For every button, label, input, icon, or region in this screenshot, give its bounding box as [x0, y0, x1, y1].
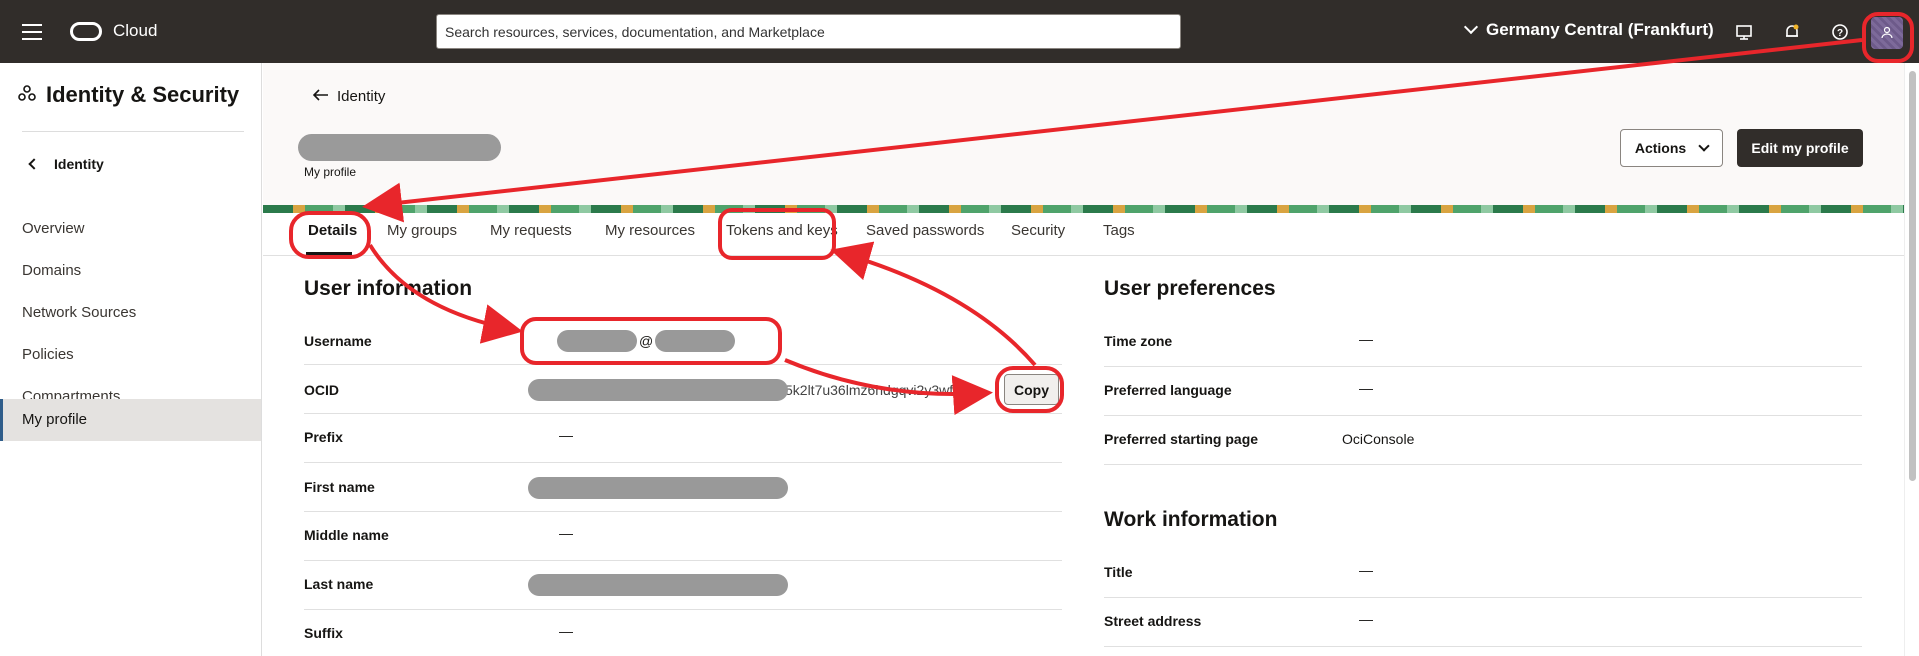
- page-scrollbar[interactable]: [1904, 63, 1919, 656]
- tab-my-resources[interactable]: My resources: [605, 222, 695, 239]
- arrow-left-icon: [312, 88, 329, 105]
- sidebar-back-identity[interactable]: Identity: [28, 156, 104, 172]
- menu-icon[interactable]: [22, 24, 42, 40]
- time-zone-label: Time zone: [1104, 333, 1173, 349]
- identity-security-icon: [18, 84, 36, 107]
- svg-text:?: ?: [1837, 28, 1843, 39]
- page-subtitle: My profile: [304, 165, 357, 179]
- arrow-copy-to-tokens: [830, 241, 1037, 367]
- row-divider: [1104, 415, 1862, 416]
- ocid-value: 5k2lt7u36lmz6hdgqvi2y3wfthq: [785, 382, 973, 398]
- row-divider: [304, 609, 1062, 610]
- preferred-language-value: —: [1359, 380, 1373, 396]
- edit-profile-button[interactable]: Edit my profile: [1737, 129, 1863, 167]
- redacted-username-domain: [655, 330, 735, 352]
- prefix-label: Prefix: [304, 429, 343, 445]
- search-input[interactable]: Search resources, services, documentatio…: [436, 14, 1181, 49]
- row-divider: [1104, 597, 1862, 598]
- ocid-label: OCID: [304, 382, 339, 398]
- oracle-logo-icon[interactable]: [70, 22, 102, 41]
- redacted-user-name: [298, 134, 501, 161]
- sidebar-divider: [22, 131, 244, 132]
- tab-my-groups[interactable]: My groups: [387, 222, 457, 239]
- chevron-down-icon: [1698, 139, 1710, 152]
- street-address-label: Street address: [1104, 613, 1202, 629]
- redacted-first-name: [528, 477, 788, 499]
- tab-my-requests[interactable]: My requests: [490, 222, 572, 239]
- user-preferences-title: User preferences: [1104, 277, 1276, 300]
- last-name-label: Last name: [304, 576, 374, 592]
- actions-label: Actions: [1634, 140, 1687, 156]
- time-zone-value: —: [1359, 331, 1373, 347]
- breadcrumb-identity: Identity: [337, 88, 386, 105]
- work-title-label: Title: [1104, 564, 1133, 580]
- user-information-title: User information: [304, 277, 473, 300]
- breadcrumb[interactable]: Identity: [312, 88, 386, 105]
- row-divider: [304, 560, 1062, 561]
- copy-ocid-button[interactable]: Copy: [1004, 374, 1059, 405]
- work-title-value: —: [1359, 562, 1373, 578]
- redacted-last-name: [528, 574, 788, 596]
- top-bar: Cloud Search resources, services, docume…: [0, 0, 1919, 63]
- suffix-value: —: [559, 623, 573, 639]
- row-divider: [1104, 366, 1862, 367]
- sidebar-item-policies[interactable]: Policies: [0, 334, 261, 376]
- tab-details[interactable]: Details: [308, 222, 357, 239]
- sidebar-back-label: Identity: [54, 156, 104, 172]
- preferred-language-label: Preferred language: [1104, 382, 1232, 398]
- chevron-left-icon: [28, 158, 40, 170]
- scrollbar-thumb[interactable]: [1909, 71, 1916, 481]
- work-information-title: Work information: [1104, 508, 1278, 531]
- row-divider: [1104, 464, 1862, 465]
- middle-name-value: —: [559, 525, 573, 541]
- preferred-starting-page-value: OciConsole: [1342, 431, 1415, 447]
- sidebar: Identity & Security Identity Overview Do…: [0, 63, 262, 656]
- tab-tokens-and-keys[interactable]: Tokens and keys: [726, 222, 838, 239]
- row-divider: [304, 364, 1062, 365]
- brand-label[interactable]: Cloud: [113, 21, 157, 41]
- redacted-username: [557, 330, 637, 352]
- sidebar-item-network-sources[interactable]: Network Sources: [0, 292, 261, 334]
- sidebar-item-overview[interactable]: Overview: [0, 208, 261, 250]
- username-label: Username: [304, 333, 372, 349]
- redacted-ocid: [528, 379, 788, 401]
- preferred-starting-page-label: Preferred starting page: [1104, 431, 1259, 447]
- row-divider: [304, 511, 1062, 512]
- help-icon[interactable]: ?: [1830, 22, 1850, 42]
- sidebar-title: Identity & Security: [18, 82, 239, 108]
- row-divider: [1104, 646, 1862, 647]
- prefix-value: —: [559, 427, 573, 443]
- tab-security[interactable]: Security: [1011, 222, 1065, 239]
- tab-saved-passwords[interactable]: Saved passwords: [866, 222, 984, 239]
- sidebar-item-domains[interactable]: Domains: [0, 250, 261, 292]
- row-divider: [304, 413, 1062, 414]
- sidebar-item-my-profile[interactable]: My profile: [0, 399, 261, 441]
- chevron-down-icon: [1463, 19, 1479, 35]
- username-at-sign: @: [639, 333, 654, 349]
- active-tab-indicator: [306, 252, 352, 255]
- decorative-banner: [263, 205, 1904, 213]
- middle-name-label: Middle name: [304, 527, 389, 543]
- region-label: Germany Central (Frankfurt): [1486, 20, 1714, 39]
- bell-icon[interactable]: [1782, 22, 1802, 42]
- sidebar-title-label: Identity & Security: [46, 82, 240, 107]
- region-selector[interactable]: Germany Central (Frankfurt): [1463, 19, 1714, 40]
- user-avatar[interactable]: [1871, 17, 1903, 49]
- actions-button[interactable]: Actions: [1620, 129, 1723, 167]
- tab-tags[interactable]: Tags: [1103, 222, 1135, 239]
- row-divider: [304, 462, 1062, 463]
- cloud-shell-icon[interactable]: [1734, 22, 1754, 42]
- street-address-value: —: [1359, 611, 1373, 627]
- first-name-label: First name: [304, 479, 375, 495]
- suffix-label: Suffix: [304, 625, 343, 641]
